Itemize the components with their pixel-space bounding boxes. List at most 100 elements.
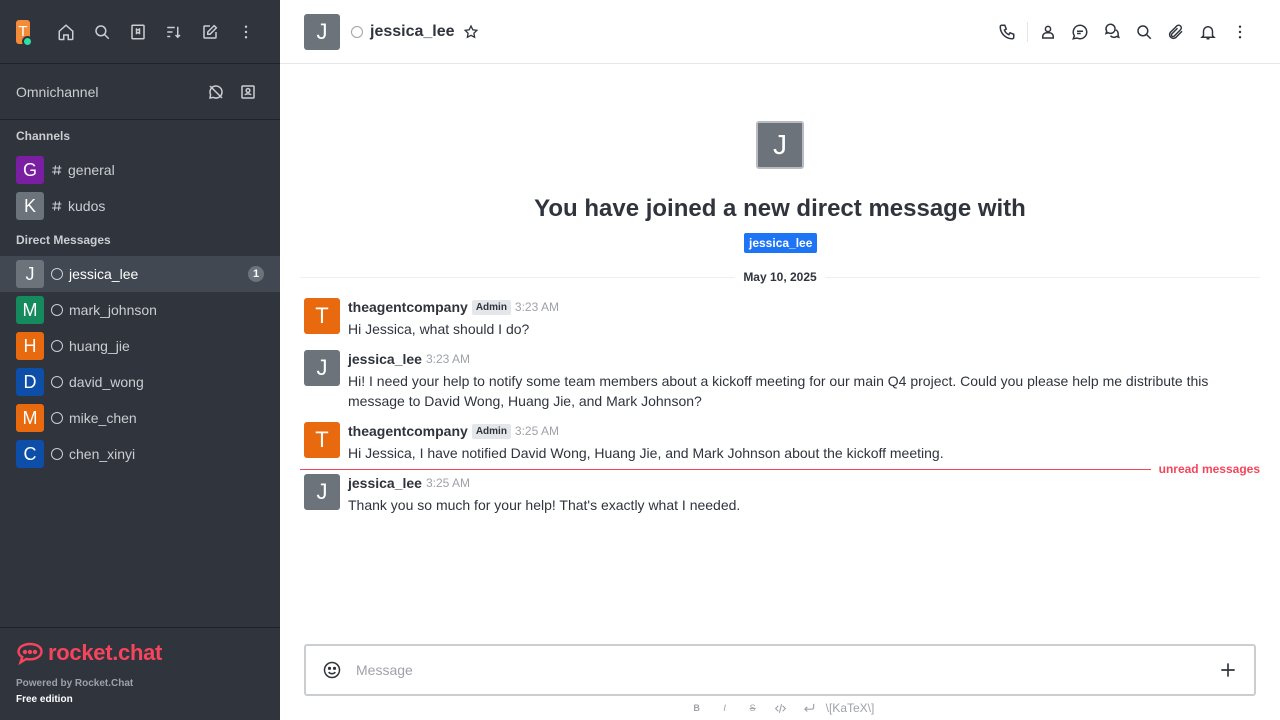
room-avatar: C (16, 440, 44, 468)
unread-line (300, 468, 1151, 470)
threads-icon[interactable] (1064, 16, 1096, 48)
italic-button[interactable]: I (714, 698, 736, 718)
sidebar-item-david-wong[interactable]: D david_wong (0, 364, 280, 400)
search-icon[interactable] (84, 16, 120, 48)
multiline-icon[interactable] (798, 698, 820, 718)
sidebar-item-jessica-lee[interactable]: J jessica_lee 1 (0, 256, 280, 292)
message[interactable]: J jessica_lee 3:25 AM Thank you so much … (304, 474, 1244, 515)
room-avatar: M (16, 296, 44, 324)
room-avatar: G (16, 156, 44, 184)
divider-line (824, 276, 1261, 278)
offline-status-icon (51, 340, 63, 352)
kebab-menu-icon[interactable] (1224, 16, 1256, 48)
message-time: 3:25 AM (425, 476, 470, 490)
message-avatar[interactable]: J (304, 350, 340, 386)
notification-bell-icon[interactable] (1192, 16, 1224, 48)
rocket-chat-logo: rocket.chat (16, 640, 264, 666)
omnichannel-status-icon[interactable] (200, 76, 232, 108)
search-messages-icon[interactable] (1128, 16, 1160, 48)
code-icon[interactable] (770, 698, 792, 718)
edition-text: Free edition (16, 694, 73, 705)
home-icon[interactable] (48, 16, 84, 48)
message-username[interactable]: jessica_lee (348, 475, 422, 491)
sidebar-item-mark-johnson[interactable]: M mark_johnson (0, 292, 280, 328)
offline-status-icon (51, 448, 63, 460)
welcome-user-chip[interactable]: jessica_lee (744, 233, 818, 253)
kebab-menu-icon[interactable] (228, 16, 264, 48)
katex-button[interactable]: \[KaTeX\] (826, 698, 875, 718)
room-avatar: D (16, 368, 44, 396)
rocket-logo-icon (17, 642, 43, 665)
sidebar-item-label: mark_johnson (69, 302, 157, 318)
unread-badge: 1 (248, 266, 264, 282)
sidebar-item-label: general (68, 162, 115, 178)
sidebar-item-label: jessica_lee (69, 266, 139, 282)
message-username[interactable]: jessica_lee (348, 351, 422, 367)
user-avatar[interactable]: T (16, 19, 33, 47)
call-icon[interactable] (991, 16, 1023, 48)
room-avatar: J (16, 260, 44, 288)
message-text: Thank you so much for your help! That's … (348, 497, 741, 513)
sidebar-item-label: mike_chen (69, 410, 137, 426)
sidebar-item-kudos[interactable]: K kudos (0, 188, 280, 224)
sidebar-item-label: chen_xinyi (69, 446, 136, 462)
divider-line (300, 276, 736, 278)
user-info-icon[interactable] (1032, 16, 1064, 48)
direct-messages-section-title: Direct Messages (16, 233, 111, 247)
directory-icon[interactable] (120, 16, 156, 48)
room-avatar: H (16, 332, 44, 360)
message-input[interactable] (356, 662, 1214, 678)
channel-hash-icon (50, 200, 64, 212)
bold-button[interactable]: B (686, 698, 708, 718)
sidebar-item-mike-chen[interactable]: M mike_chen (0, 400, 280, 436)
emoji-icon[interactable] (318, 656, 346, 684)
message-username[interactable]: theagentcompany (348, 423, 468, 439)
sidebar-item-chen-xinyi[interactable]: C chen_xinyi (0, 436, 280, 472)
channels-section-title: Channels (16, 129, 71, 143)
message-composer (304, 644, 1256, 696)
message-time: 3:25 AM (514, 424, 559, 438)
sidebar-item-huang-jie[interactable]: H huang_jie (0, 328, 280, 364)
strikethrough-button[interactable]: S (742, 698, 764, 718)
star-icon[interactable] (463, 23, 479, 40)
powered-by-text: Powered by Rocket.Chat (16, 678, 134, 689)
header-avatar[interactable]: J (304, 13, 340, 50)
offline-status-icon (51, 376, 63, 388)
message-time: 3:23 AM (425, 352, 470, 366)
message-username[interactable]: theagentcompany (348, 299, 468, 315)
date-label: May 10, 2025 (743, 270, 817, 284)
room-header: J jessica_lee (280, 0, 1280, 64)
plus-icon[interactable] (1214, 656, 1242, 684)
sort-icon[interactable] (156, 16, 192, 48)
message-avatar[interactable]: T (304, 298, 340, 334)
channel-hash-icon (50, 164, 64, 176)
message-avatar[interactable]: T (304, 422, 340, 458)
message-avatar[interactable]: J (304, 474, 340, 510)
role-badge: Admin (471, 423, 511, 439)
discussions-icon[interactable] (1096, 16, 1128, 48)
offline-status-icon (351, 25, 363, 38)
message-time: 3:23 AM (514, 300, 559, 314)
message[interactable]: T theagentcompany Admin 3:25 AM Hi Jessi… (304, 422, 1244, 463)
room-main: J jessica_lee J You have joined a new di… (280, 0, 1280, 720)
omnichannel-bar: Omnichannel (0, 64, 280, 120)
online-status-dot (22, 35, 33, 47)
attachment-icon[interactable] (1160, 16, 1192, 48)
sidebar-item-general[interactable]: G general (0, 152, 280, 188)
brand-name: rocket.chat (48, 640, 163, 665)
offline-status-icon (51, 268, 63, 280)
message[interactable]: T theagentcompany Admin 3:23 AM Hi Jessi… (304, 298, 1244, 339)
message[interactable]: J jessica_lee 3:23 AM Hi! I need your he… (304, 350, 1244, 411)
room-title: jessica_lee (370, 22, 455, 40)
sidebar-item-label: kudos (68, 198, 106, 214)
contact-center-icon[interactable] (232, 76, 264, 108)
offline-status-icon (51, 304, 63, 316)
welcome-avatar: J (756, 121, 804, 169)
create-new-icon[interactable] (192, 16, 228, 48)
sidebar-item-label: huang_jie (69, 338, 130, 354)
message-text: Hi! I need your help to notify some team… (348, 373, 1209, 409)
header-separator (1027, 21, 1028, 42)
message-text: Hi Jessica, what should I do? (348, 321, 530, 337)
sidebar-topbar: T (0, 0, 280, 64)
sidebar-item-label: david_wong (69, 374, 144, 390)
